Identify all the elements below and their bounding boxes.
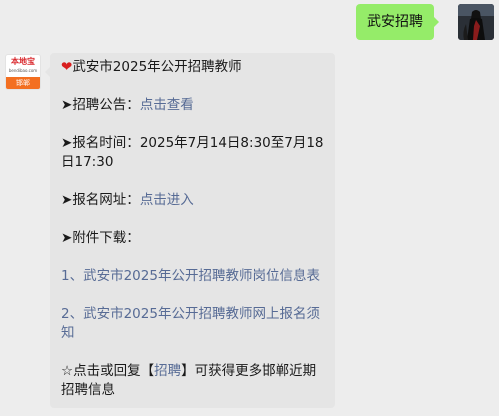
arrow-icon: ➤ (61, 97, 73, 113)
brand-avatar[interactable]: 本地宝 bendibao.com 邯郸 (5, 54, 41, 90)
footer-text-start: 点击或回复【 (73, 363, 155, 379)
heart-icon: ❤ (61, 59, 73, 75)
announcement-line: ➤招聘公告：点击查看 (61, 96, 324, 115)
message-title: 武安市2025年公开招聘教师 (72, 59, 242, 75)
outgoing-message-row: 武安招聘 (0, 4, 499, 46)
arrow-icon: ➤ (61, 135, 73, 151)
registration-site-link[interactable]: 点击进入 (140, 192, 194, 208)
announcement-link[interactable]: 点击查看 (140, 97, 194, 113)
arrow-icon: ➤ (61, 230, 73, 246)
user-avatar[interactable] (458, 4, 494, 40)
attachment-link-1[interactable]: 1、武安市2025年公开招聘教师岗位信息表 (61, 267, 324, 286)
attachments-line: ➤附件下载： (61, 229, 324, 248)
brand-logo-name: 本地宝 (11, 57, 35, 66)
brand-logo-url: bendibao.com (8, 68, 38, 73)
registration-site-line: ➤报名网址：点击进入 (61, 191, 324, 210)
registration-time-line: ➤报名时间：2025年7月14日8:30至7月18日17:30 (61, 134, 324, 172)
announcement-label: 招聘公告： (72, 97, 140, 113)
footer-line: ☆点击或回复【招聘】可获得更多邯郸近期招聘信息 (61, 362, 324, 400)
registration-time-label: 报名时间： (72, 135, 140, 151)
attachment-link-2[interactable]: 2、武安市2025年公开招聘教师网上报名须知 (61, 305, 324, 343)
star-icon: ☆ (61, 363, 74, 379)
footer-recruit-link[interactable]: 招聘 (154, 363, 181, 379)
attachments-label: 附件下载： (72, 230, 140, 246)
registration-site-label: 报名网址： (72, 192, 140, 208)
message-title-line: ❤武安市2025年公开招聘教师 (61, 58, 324, 77)
brand-city-label: 邯郸 (6, 77, 40, 89)
arrow-icon: ➤ (61, 192, 73, 208)
outgoing-message-bubble[interactable]: 武安招聘 (356, 4, 439, 40)
user-avatar-image (458, 4, 494, 40)
incoming-message-bubble: ❤武安市2025年公开招聘教师 ➤招聘公告：点击查看 ➤报名时间：2025年7月… (45, 53, 335, 408)
